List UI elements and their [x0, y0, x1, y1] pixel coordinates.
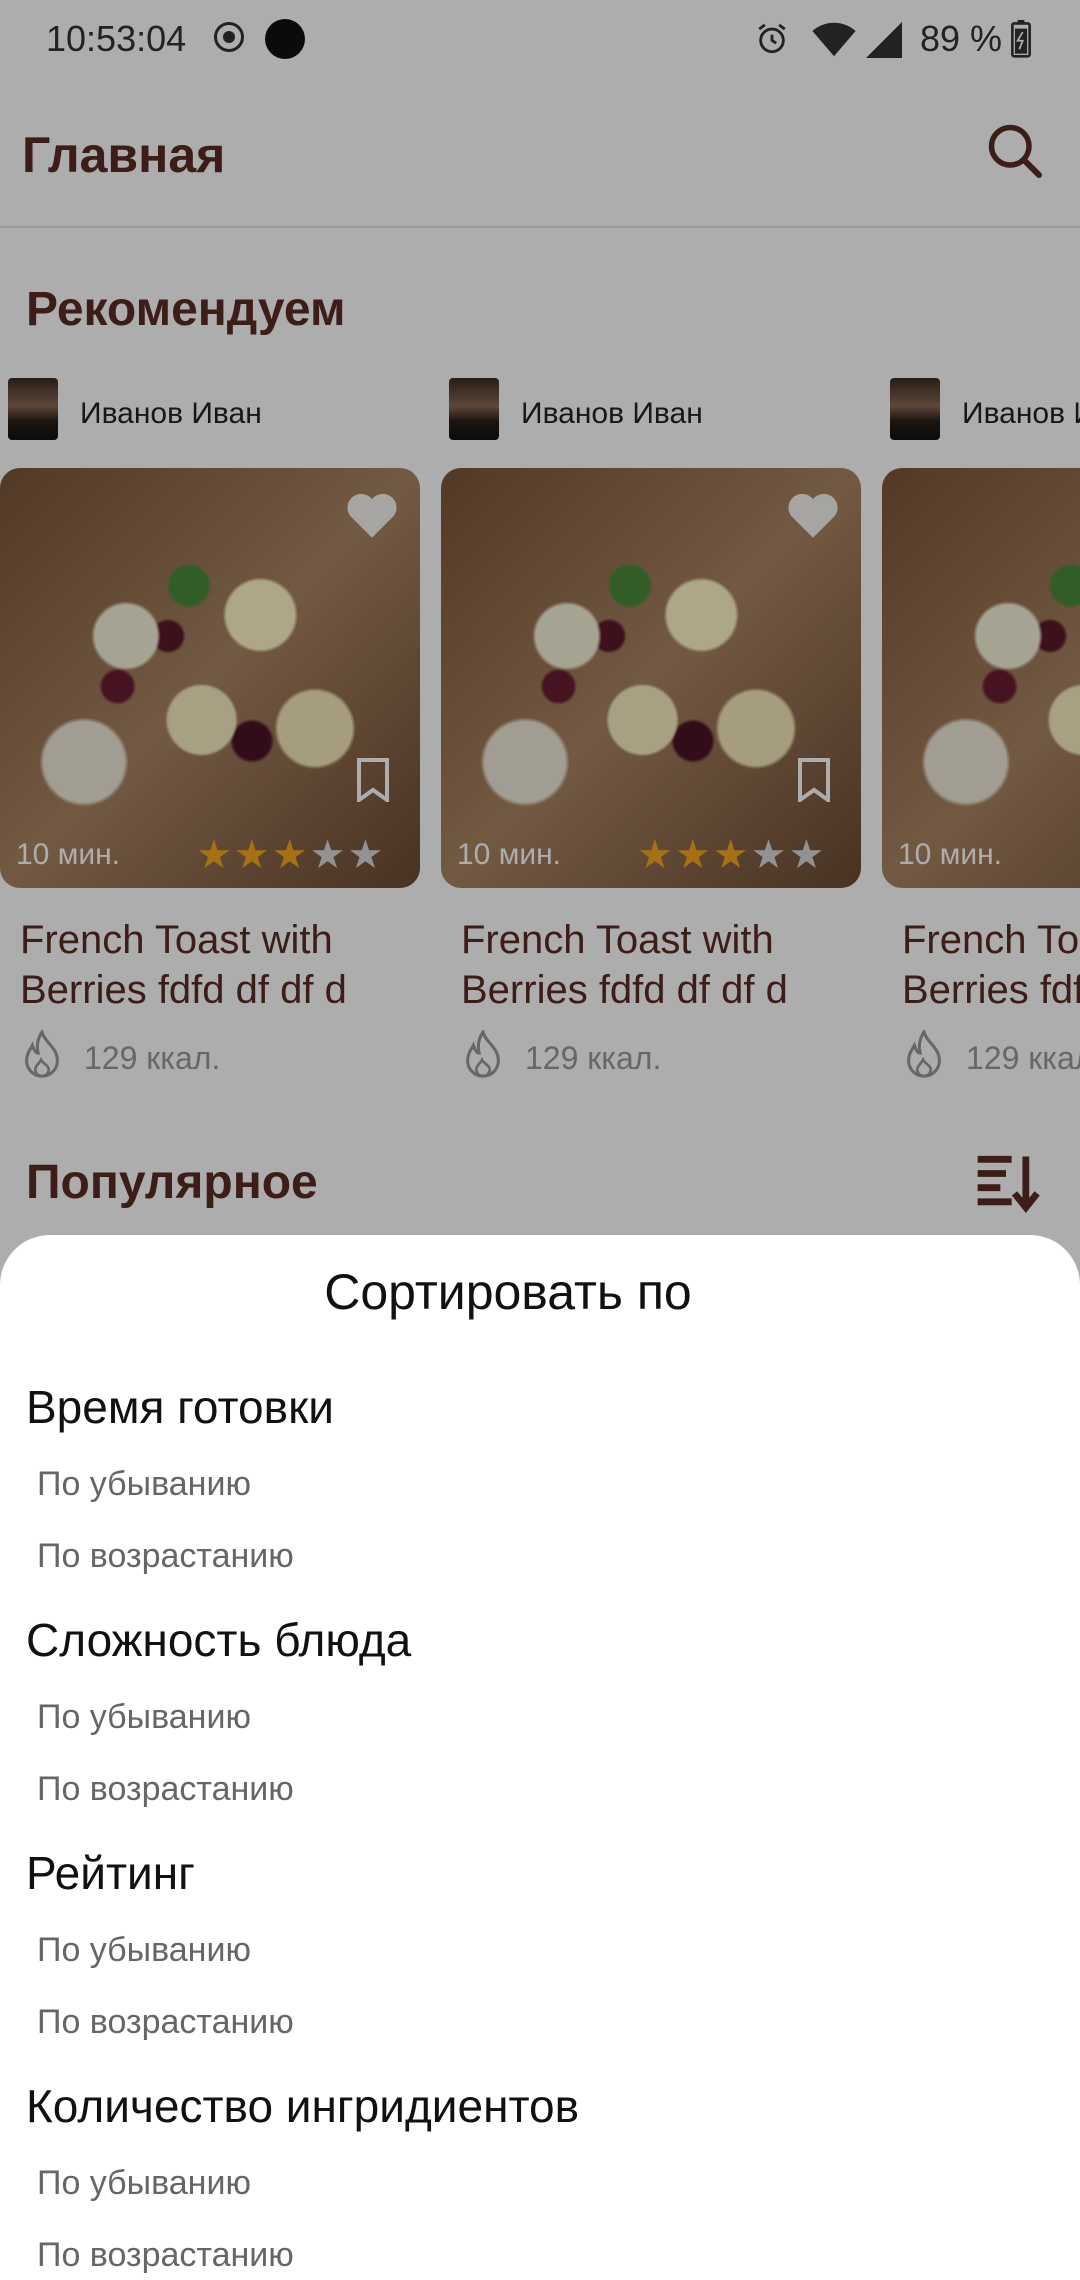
sort-option-asc[interactable]: По возрастанию — [37, 1537, 294, 1576]
sort-option-desc[interactable]: По убыванию — [37, 2164, 251, 2203]
sort-option-desc[interactable]: По убыванию — [37, 1465, 251, 1504]
sort-group-rating: Рейтинг — [26, 1847, 195, 1899]
sort-option-asc[interactable]: По возрастанию — [37, 2236, 294, 2275]
sort-group-cook-time: Время готовки — [26, 1381, 334, 1433]
sheet-title: Сортировать по — [324, 1264, 692, 1320]
sort-option-asc[interactable]: По возрастанию — [37, 1770, 294, 1809]
sort-option-asc[interactable]: По возрастанию — [37, 2003, 294, 2042]
sort-option-desc[interactable]: По убыванию — [37, 1698, 251, 1737]
sort-option-desc[interactable]: По убыванию — [37, 1931, 251, 1970]
sort-group-ingredients: Количество ингридиентов — [26, 2080, 580, 2132]
sort-group-difficulty: Сложность блюда — [26, 1614, 412, 1666]
sort-bottom-sheet: Сортировать по Время готовки По убыванию… — [0, 1235, 1080, 2280]
